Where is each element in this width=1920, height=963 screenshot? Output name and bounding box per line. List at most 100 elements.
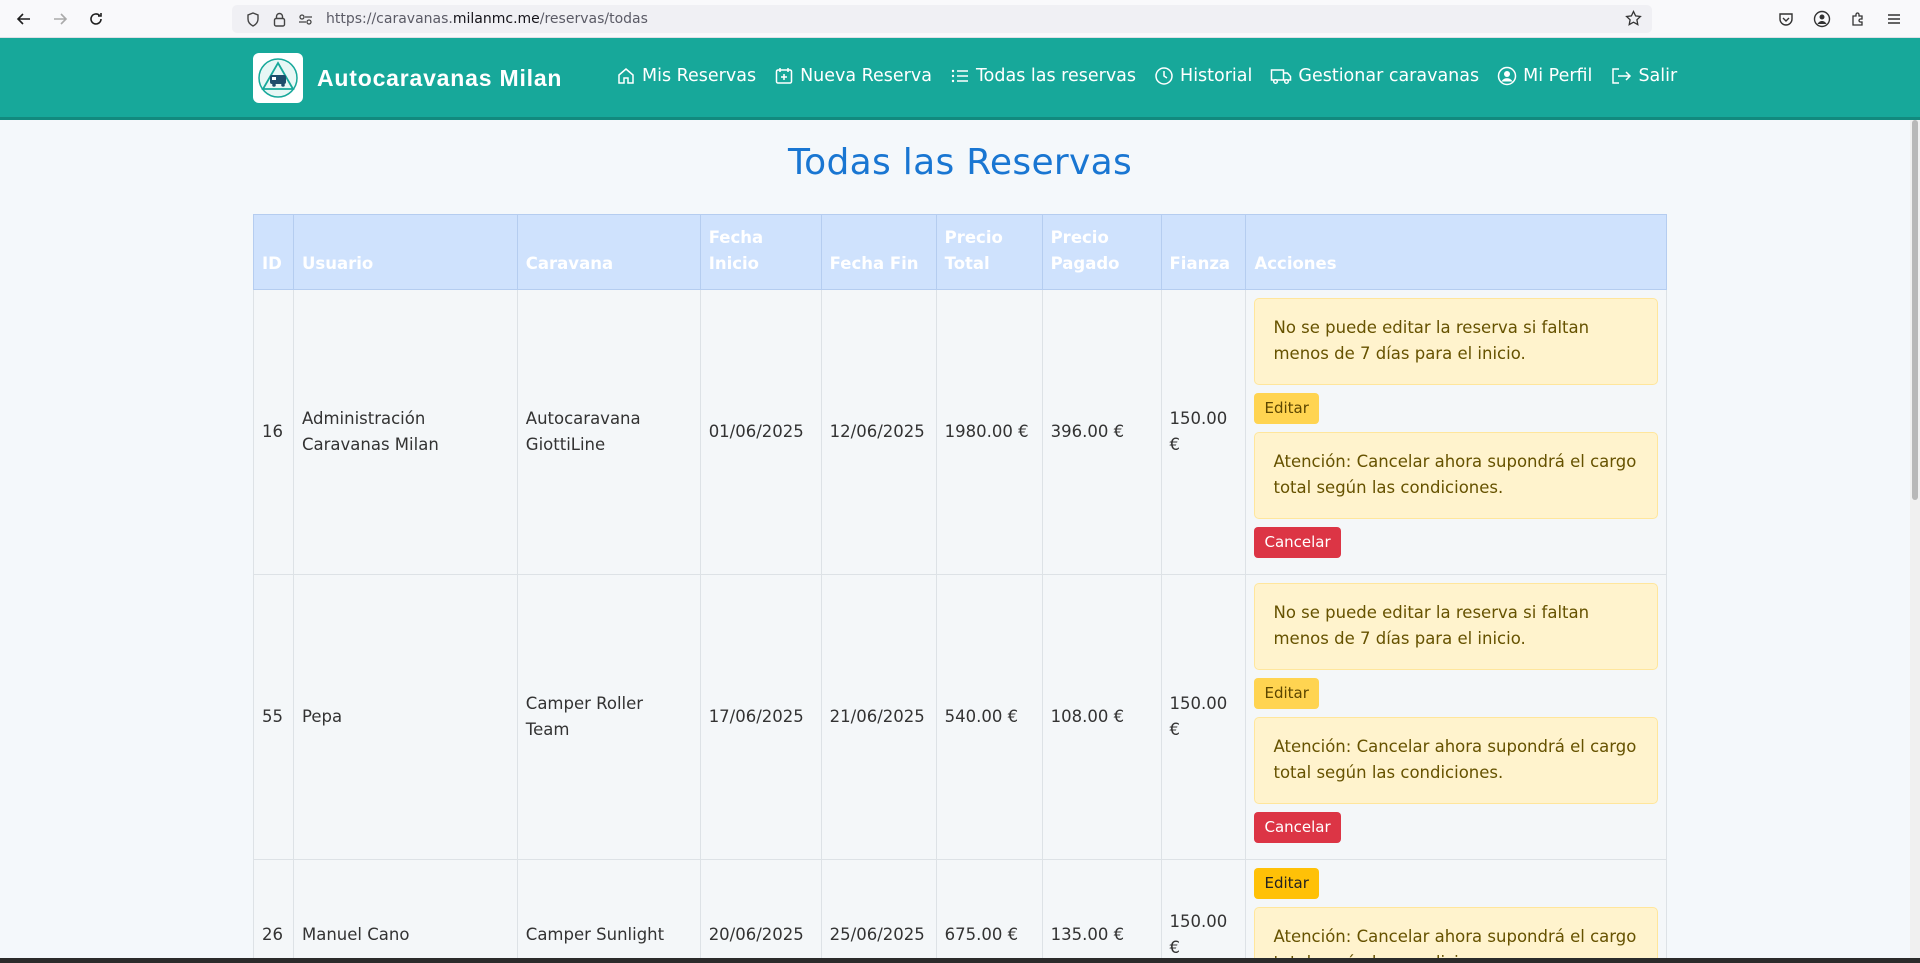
cell-precio-total: 1980.00 € bbox=[935, 289, 1043, 575]
caravan-logo-icon bbox=[258, 58, 298, 98]
cell-fecha-inicio: 17/06/2025 bbox=[699, 574, 822, 860]
header-fecha-inicio: Fecha Inicio bbox=[699, 214, 822, 290]
table-header-row: ID Usuario Caravana Fecha Inicio Fecha F… bbox=[253, 214, 1667, 290]
clock-icon bbox=[1155, 67, 1173, 85]
table-row: 26 Manuel Cano Camper Sunlight 20/06/202… bbox=[253, 859, 1667, 963]
hamburger-menu-icon bbox=[1888, 14, 1900, 24]
home-icon bbox=[618, 68, 634, 84]
menu-button[interactable] bbox=[1876, 1, 1912, 37]
cell-acciones: Editar Atención: Cancelar ahora supondrá… bbox=[1245, 859, 1667, 963]
nav-nueva-reserva[interactable]: Nueva Reserva bbox=[774, 66, 932, 86]
reload-button[interactable] bbox=[78, 1, 114, 37]
nav-mi-perfil[interactable]: Mi Perfil bbox=[1497, 66, 1592, 86]
truck-icon bbox=[1271, 69, 1292, 84]
edit-button[interactable]: Editar bbox=[1254, 678, 1319, 709]
cell-fianza: 150.00 € bbox=[1160, 859, 1247, 963]
edit-warning-alert: No se puede editar la reserva si faltan … bbox=[1254, 583, 1658, 670]
nav-salir[interactable]: Salir bbox=[1610, 66, 1677, 86]
url-bar[interactable]: https://caravanas.milanmc.me/reservas/to… bbox=[232, 5, 1652, 33]
cell-usuario: Administración Caravanas Milan bbox=[292, 289, 518, 575]
pocket-button[interactable] bbox=[1768, 1, 1804, 37]
shield-icon bbox=[240, 11, 266, 27]
browser-toolbar: https://caravanas.milanmc.me/reservas/to… bbox=[0, 0, 1920, 38]
reload-icon bbox=[90, 13, 102, 25]
cancel-warning-alert: Atención: Cancelar ahora supondrá el car… bbox=[1254, 907, 1658, 963]
edit-button[interactable]: Editar bbox=[1254, 393, 1319, 424]
bookmark-star-icon[interactable] bbox=[1625, 9, 1642, 31]
header-precio-total: Precio Total bbox=[935, 214, 1043, 290]
cell-acciones: No se puede editar la reserva si faltan … bbox=[1245, 574, 1667, 860]
puzzle-icon bbox=[1852, 12, 1863, 26]
lock-icon bbox=[266, 12, 292, 27]
header-fianza: Fianza bbox=[1160, 214, 1247, 290]
header-caravana: Caravana bbox=[516, 214, 701, 290]
account-button[interactable] bbox=[1804, 1, 1840, 37]
nav-historial[interactable]: Historial bbox=[1154, 66, 1252, 86]
cell-caravana: Autocaravana GiottiLine bbox=[516, 289, 701, 575]
brand-logo bbox=[253, 53, 303, 103]
nav-gestionar-caravanas[interactable]: Gestionar caravanas bbox=[1270, 66, 1479, 86]
logout-icon bbox=[1612, 68, 1632, 84]
cell-fecha-inicio: 20/06/2025 bbox=[699, 859, 822, 963]
cell-precio-pagado: 108.00 € bbox=[1041, 574, 1162, 860]
header-fecha-fin: Fecha Fin bbox=[820, 214, 937, 290]
cell-usuario: Pepa bbox=[292, 574, 518, 860]
header-id: ID bbox=[253, 214, 294, 290]
nav-label: Gestionar caravanas bbox=[1298, 66, 1480, 86]
page-scrollbar[interactable] bbox=[1910, 120, 1920, 963]
cell-fecha-inicio: 01/06/2025 bbox=[699, 289, 822, 575]
nav-label: Salir bbox=[1638, 66, 1678, 86]
nav-label: Mi Perfil bbox=[1523, 66, 1593, 86]
cancel-button[interactable]: Cancelar bbox=[1254, 527, 1341, 558]
taskbar-edge bbox=[0, 958, 1920, 963]
cell-fecha-fin: 25/06/2025 bbox=[820, 859, 937, 963]
cell-id: 16 bbox=[253, 289, 294, 575]
table-row: 16 Administración Caravanas Milan Autoca… bbox=[253, 289, 1667, 575]
cell-precio-pagado: 396.00 € bbox=[1041, 289, 1162, 575]
cell-fianza: 150.00 € bbox=[1160, 289, 1247, 575]
extensions-button[interactable] bbox=[1840, 1, 1876, 37]
cell-fecha-fin: 21/06/2025 bbox=[820, 574, 937, 860]
cell-fecha-fin: 12/06/2025 bbox=[820, 289, 937, 575]
cell-acciones: No se puede editar la reserva si faltan … bbox=[1245, 289, 1667, 575]
forward-button[interactable] bbox=[42, 1, 78, 37]
cell-caravana: Camper Roller Team bbox=[516, 574, 701, 860]
cell-precio-pagado: 135.00 € bbox=[1041, 859, 1162, 963]
url-text: https://caravanas.milanmc.me/reservas/to… bbox=[326, 11, 648, 27]
cell-precio-total: 540.00 € bbox=[935, 574, 1043, 860]
nav-label: Mis Reservas bbox=[642, 66, 757, 86]
cell-usuario: Manuel Cano bbox=[292, 859, 518, 963]
table-row: 55 Pepa Camper Roller Team 17/06/2025 21… bbox=[253, 574, 1667, 860]
cancel-warning-alert: Atención: Cancelar ahora supondrá el car… bbox=[1254, 432, 1658, 519]
cell-precio-total: 675.00 € bbox=[935, 859, 1043, 963]
main-nav: Mis Reservas Nueva Reserva Todas las res… bbox=[616, 66, 1695, 86]
cell-id: 55 bbox=[253, 574, 294, 860]
reservations-table: ID Usuario Caravana Fecha Inicio Fecha F… bbox=[253, 214, 1667, 963]
permissions-icon bbox=[292, 13, 318, 26]
brand-name: Autocaravanas Milan bbox=[317, 64, 563, 91]
nav-label: Historial bbox=[1180, 66, 1253, 86]
cancel-button[interactable]: Cancelar bbox=[1254, 812, 1341, 843]
brand-link[interactable]: Autocaravanas Milan bbox=[253, 53, 562, 103]
forward-arrow-icon bbox=[54, 13, 68, 25]
header-precio-pagado: Precio Pagado bbox=[1041, 214, 1162, 290]
scrollbar-thumb[interactable] bbox=[1912, 120, 1918, 500]
cell-caravana: Camper Sunlight bbox=[516, 859, 701, 963]
list-icon bbox=[951, 69, 968, 83]
account-icon bbox=[1813, 10, 1831, 28]
nav-todas-reservas[interactable]: Todas las reservas bbox=[950, 66, 1136, 86]
edit-button[interactable]: Editar bbox=[1254, 868, 1319, 899]
page-title: Todas las Reservas bbox=[787, 142, 1133, 183]
calendar-plus-icon bbox=[775, 68, 793, 84]
user-circle-icon bbox=[1497, 66, 1517, 86]
app-header: Autocaravanas Milan Mis Reservas Nueva R… bbox=[0, 38, 1920, 120]
cell-id: 26 bbox=[253, 859, 294, 963]
back-button[interactable] bbox=[6, 1, 42, 37]
cell-fianza: 150.00 € bbox=[1160, 574, 1247, 860]
edit-warning-alert: No se puede editar la reserva si faltan … bbox=[1254, 298, 1658, 385]
nav-label: Todas las reservas bbox=[975, 66, 1137, 86]
header-acciones: Acciones bbox=[1245, 214, 1667, 290]
nav-mis-reservas[interactable]: Mis Reservas bbox=[616, 66, 756, 86]
nav-label: Nueva Reserva bbox=[800, 66, 932, 86]
pocket-icon bbox=[1779, 13, 1793, 26]
